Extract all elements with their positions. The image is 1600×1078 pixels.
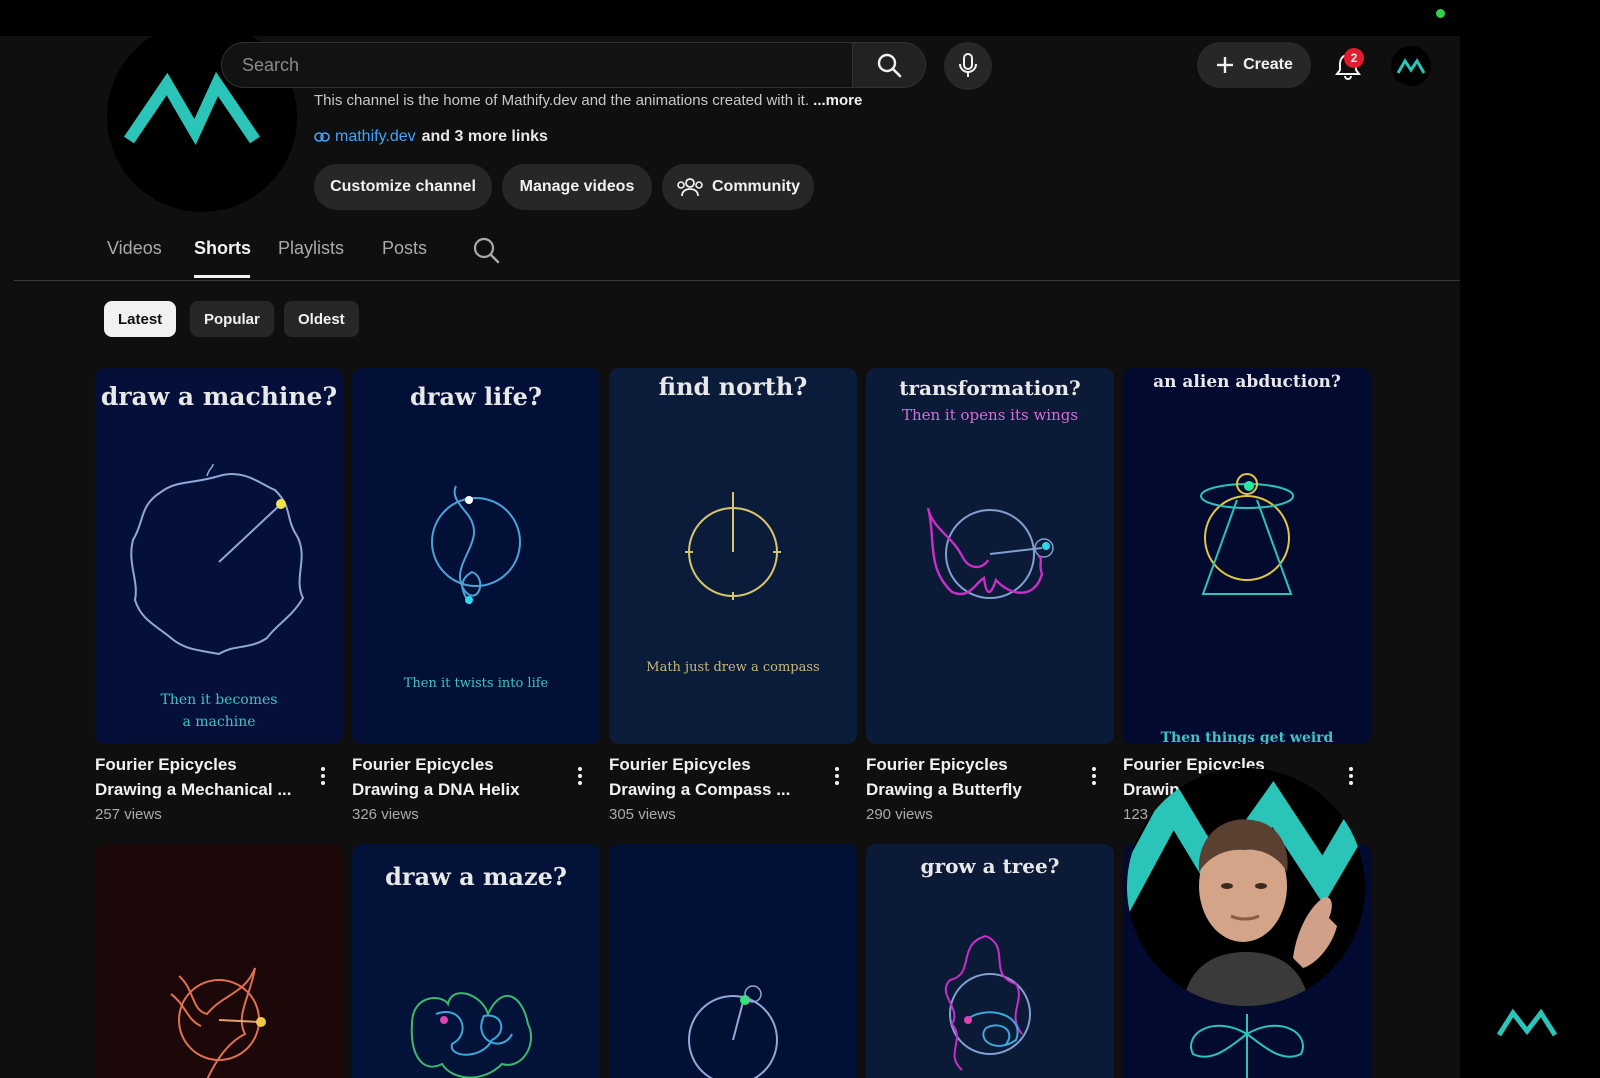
short-thumbnail-2[interactable]: draw life? Then it twists into life [352,368,600,744]
manage-videos-label: Manage videos [519,178,635,195]
community-label: Community [712,178,800,195]
top-strip [0,0,1600,36]
channel-link[interactable]: mathify.dev [314,128,416,146]
thumbnail-caption: a machine [182,714,256,730]
thumbnail-title: draw a machine? [100,382,338,411]
search-icon [877,53,902,78]
tab-shorts[interactable]: Shorts [194,238,251,259]
channel-search-button[interactable] [472,236,500,269]
short-views-5: 123 [1123,806,1149,823]
short-title-line: Fourier Epicycles [352,755,494,774]
thumbnail-title: transformation? [899,376,1081,400]
short-thumbnail-4[interactable]: transformation? Then it opens its wings [866,368,1114,744]
short-title-line: Drawing a Butterfly [866,780,1022,799]
create-button[interactable]: Create [1197,42,1311,88]
right-margin [1460,36,1600,1078]
short-title-2[interactable]: Fourier Epicycles Drawing a DNA Helix [352,752,562,802]
mathify-logo-icon [1495,1005,1559,1044]
short-thumbnail-9[interactable]: grow a tree? [866,844,1114,1078]
channel-links: mathify.dev and 3 more links [314,128,548,146]
customize-channel-label: Customize channel [330,178,476,195]
short-title-line: Fourier Epicycles [95,755,237,774]
thumbnail-title: grow a tree? [920,854,1060,878]
more-options-button[interactable] [313,764,333,788]
tab-playlists[interactable]: Playlists [278,238,344,259]
youtube-channel-page: Create 2 This channel is the home of Mat… [0,36,1460,1078]
more-links[interactable]: and 3 more links [422,128,548,146]
search-icon [473,237,500,264]
short-title-line: Fourier Epicycles [866,755,1008,774]
tab-videos[interactable]: Videos [107,238,162,259]
short-title-line: Drawing a DNA Helix [352,780,520,799]
more-options-button[interactable] [1341,764,1361,788]
thumbnail-caption: Then things get weird [1160,730,1334,744]
short-thumbnail-8[interactable] [609,844,857,1078]
channel-link-text: mathify.dev [335,128,416,145]
alien-drawing-icon [1200,473,1294,595]
microphone-icon [959,53,977,77]
top-header: Create 2 [0,36,1460,94]
short-title-line: Fourier Epicycles [609,755,751,774]
link-icon [314,132,330,142]
thumbnail-subtitle: Then it opens its wings [901,406,1079,424]
short-views-4: 290 views [866,806,933,823]
community-button[interactable]: Community [662,164,814,210]
webcam-overlay [1127,768,1365,1006]
thumbnail-caption: Then it twists into life [403,676,549,691]
description-text: This channel is the home of Mathify.dev … [314,92,809,109]
mathify-logo-icon [1396,58,1426,74]
notification-badge: 2 [1344,48,1364,68]
thumbnail-title: draw a maze? [385,862,567,891]
more-options-button[interactable] [827,764,847,788]
search-box [221,42,852,88]
thumbnail-title: find north? [658,372,808,401]
phoenix-drawing-icon [170,967,266,1078]
more-options-button[interactable] [1084,764,1104,788]
short-title-line: Drawing a Compass ... [609,780,791,799]
short-title-1[interactable]: Fourier Epicycles Drawing a Mechanical .… [95,752,305,802]
short-thumbnail-1[interactable]: draw a machine? Then it becomes a machin… [95,368,343,744]
tabs-divider [14,280,1460,281]
circle-drawing-icon [688,985,778,1078]
short-thumbnail-6[interactable] [95,844,343,1078]
short-thumbnail-3[interactable]: find north? Math just drew a compass [609,368,857,744]
short-views-3: 305 views [609,806,676,823]
channel-description[interactable]: This channel is the home of Mathify.dev … [314,92,862,109]
plus-icon [1217,57,1234,73]
search-button[interactable] [852,42,926,88]
more-options-button[interactable] [570,764,590,788]
thumbnail-title: draw life? [410,382,542,411]
active-tab-indicator [194,275,250,278]
thumbnail-caption: Math just drew a compass [646,660,820,675]
compass-drawing-icon [685,492,781,600]
short-views-2: 326 views [352,806,419,823]
butterfly-drawing-icon [926,507,1054,599]
search-input[interactable] [222,43,852,87]
create-label: Create [1243,56,1293,73]
tree-drawing-icon [944,935,1031,1071]
chip-popular[interactable]: Popular [190,301,274,337]
recording-indicator [1436,9,1445,18]
voice-search-button[interactable] [944,42,992,90]
short-title-3[interactable]: Fourier Epicycles Drawing a Compass ... [609,752,819,802]
short-thumbnail-5[interactable]: an alien abduction? Then things get weir… [1123,368,1371,744]
short-views-1: 257 views [95,806,162,823]
chip-latest[interactable]: Latest [104,301,177,337]
community-icon [677,178,703,197]
gear-drawing-icon [130,463,305,656]
tab-posts[interactable]: Posts [382,238,427,259]
presenter-webcam-icon [1127,768,1365,1006]
manage-videos-button[interactable]: Manage videos [502,164,652,210]
description-more-link[interactable]: ...more [813,92,862,109]
account-avatar[interactable] [1391,46,1431,86]
short-thumbnail-7[interactable]: draw a maze? [352,844,600,1078]
thumbnail-title: an alien abduction? [1153,372,1341,392]
short-title-line: Drawing a Mechanical ... [95,780,292,799]
chip-oldest[interactable]: Oldest [284,301,359,337]
short-title-4[interactable]: Fourier Epicycles Drawing a Butterfly [866,752,1076,802]
customize-channel-button[interactable]: Customize channel [314,164,492,210]
thumbnail-caption: Then it becomes [160,692,278,708]
